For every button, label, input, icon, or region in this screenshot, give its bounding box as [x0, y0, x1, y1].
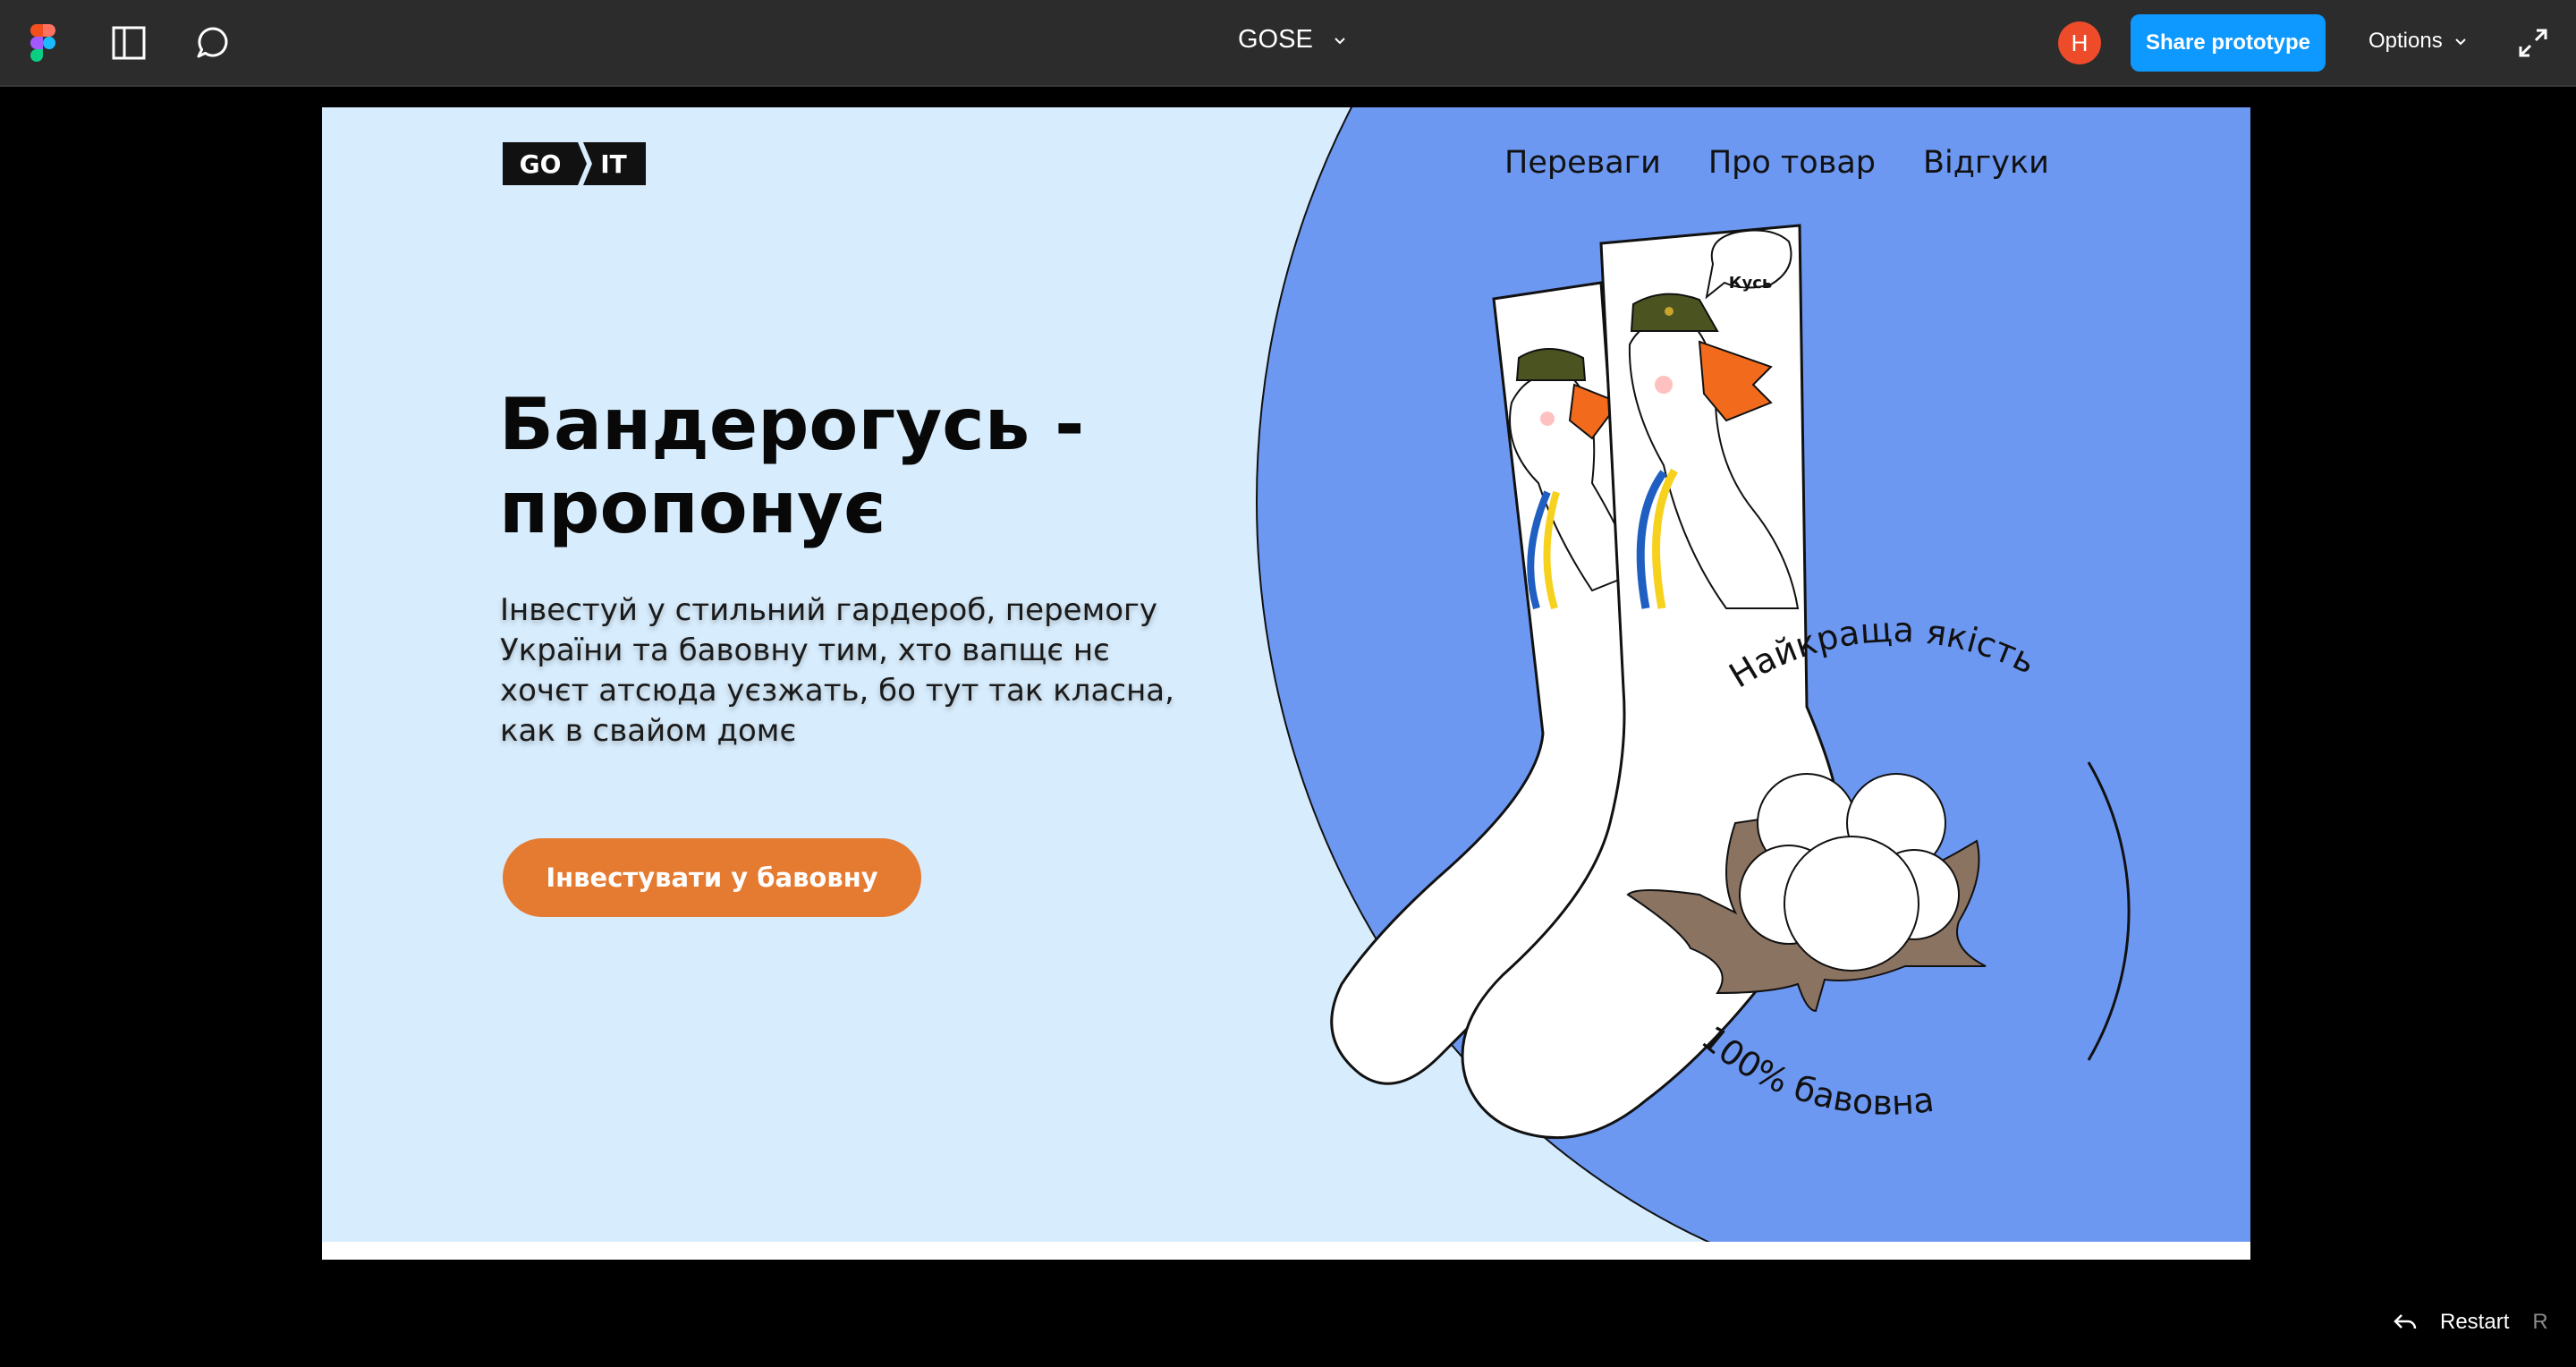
comment-icon[interactable] [190, 20, 236, 66]
chevron-down-icon [2455, 38, 2466, 46]
headline-line-1: Бандерогусь - [499, 383, 1085, 466]
sidebar-panel-icon[interactable] [106, 20, 152, 66]
nav-link-reviews[interactable]: Відгуки [1923, 145, 2049, 181]
nav-link-advantages[interactable]: Переваги [1504, 145, 1661, 181]
figma-logo-icon[interactable] [20, 20, 66, 66]
frame-bottom-strip [322, 1242, 2250, 1260]
undo-arrow-icon [2394, 1314, 2417, 1329]
chevron-down-icon [1335, 37, 1345, 44]
document-title[interactable]: GOSE [1238, 25, 1347, 55]
hero-headline: Бандерогусь - пропонує [499, 383, 1179, 549]
logo-it: IT [600, 149, 627, 179]
invest-cotton-button[interactable]: Інвестувати у бавовну [503, 838, 921, 917]
share-prototype-button[interactable]: Share prototype [2131, 14, 2326, 72]
restart-shortcut-key: R [2532, 1310, 2548, 1334]
options-menu[interactable]: Options [2368, 29, 2468, 54]
options-label: Options [2368, 29, 2443, 53]
main-nav: Переваги Про товар Відгуки [1504, 145, 2049, 181]
expand-icon[interactable] [2513, 23, 2553, 63]
figma-toolbar: GOSE H Share prototype Options [0, 0, 2576, 87]
restart-button[interactable]: Restart R [2394, 1310, 2548, 1335]
document-title-text: GOSE [1238, 25, 1313, 54]
prototype-frame: Кусь Найкраща якість 100% бавовна GO IT … [322, 107, 2250, 1260]
avatar[interactable]: H [2058, 21, 2101, 64]
restart-label: Restart [2440, 1310, 2510, 1334]
nav-link-about-product[interactable]: Про товар [1708, 145, 1876, 181]
headline-line-2: пропонує [499, 466, 886, 549]
logo-go: GO [520, 149, 562, 179]
hero-lead-text: Інвестуй у стильний гардероб, перемогу У… [500, 592, 1174, 749]
goit-logo[interactable]: GO IT [503, 142, 646, 185]
speech-bubble-text: Кусь [1729, 274, 1773, 293]
